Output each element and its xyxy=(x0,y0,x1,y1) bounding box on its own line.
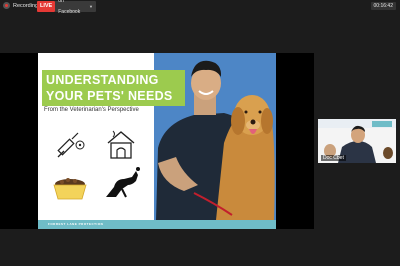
participant-video-thumbnail[interactable]: Doc Cbet xyxy=(318,119,396,163)
live-badge: LIVE xyxy=(37,1,56,12)
food-bowl-icon xyxy=(53,178,87,200)
slide-footer-bar: FORREST LANE PROTECTION xyxy=(38,220,276,229)
meeting-timer: 00:16:42 xyxy=(370,2,396,10)
dog-house-icon xyxy=(107,130,135,159)
record-icon xyxy=(3,2,10,9)
live-stream-button[interactable]: LIVE on Facebook ▼ xyxy=(37,0,96,15)
chevron-down-icon: ▼ xyxy=(89,4,93,9)
slide-subtitle: From the Veterinarian's Perspective xyxy=(44,107,139,113)
slide-title-box: UNDERSTANDING YOUR PETS' NEEDS xyxy=(42,70,185,106)
shared-screen: UNDERSTANDING YOUR PETS' NEEDS From the … xyxy=(0,53,314,229)
live-target: on Facebook ▼ xyxy=(55,0,96,15)
recording-indicator[interactable]: Recording xyxy=(3,2,38,9)
meeting-top-bar: Recording LIVE on Facebook ▼ 00:16:42 xyxy=(0,0,400,15)
slide-title-line-2: YOUR PETS' NEEDS xyxy=(46,89,173,103)
slide-footer-text: FORREST LANE PROTECTION xyxy=(48,222,104,226)
participant-name: Doc Cbet xyxy=(321,155,346,161)
presentation-slide: UNDERSTANDING YOUR PETS' NEEDS From the … xyxy=(38,53,276,229)
syringe-icon xyxy=(57,132,85,158)
running-dog-icon xyxy=(106,167,140,198)
slide-title-line-1: UNDERSTANDING xyxy=(46,73,159,87)
live-target-label: on Facebook xyxy=(58,0,81,15)
recording-label: Recording xyxy=(13,2,39,9)
